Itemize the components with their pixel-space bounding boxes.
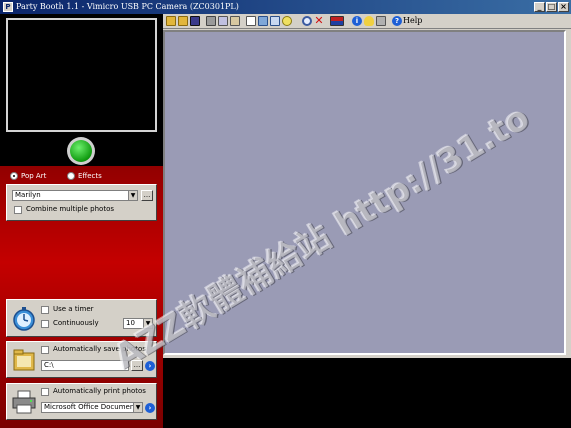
print-icon[interactable] (206, 16, 216, 26)
mode-effects[interactable]: Effects (67, 171, 102, 181)
folder-icon (13, 349, 35, 371)
clipboard-icon[interactable] (230, 16, 240, 26)
save-group: Automatically save photos C:\ ... › (6, 341, 157, 378)
popart-style-select[interactable]: Marilyn ▼ (12, 190, 138, 201)
popart-browse-button[interactable]: ... (141, 190, 153, 201)
flag-icon[interactable] (330, 16, 344, 26)
popart-options-group: Marilyn ▼ ... Combine multiple photos (6, 184, 157, 221)
use-timer-checkbox[interactable] (41, 306, 49, 314)
tools-icon[interactable] (376, 16, 386, 26)
camera-preview (6, 18, 157, 132)
save-go-button[interactable]: › (145, 361, 155, 371)
zoom-icon[interactable] (302, 16, 312, 26)
capture-button[interactable] (70, 140, 92, 162)
toolbar: ✕ i ? Help (163, 14, 571, 29)
printer-value: Microsoft Office Document Image (44, 403, 142, 411)
auto-save-label: Automatically save photos (53, 345, 146, 353)
stopwatch-icon (13, 307, 35, 331)
auto-print-label: Automatically print photos (53, 387, 146, 395)
maximize-button[interactable]: □ (546, 2, 557, 12)
help-icon[interactable]: ? (392, 16, 402, 26)
continuously-label: Continuously (53, 319, 99, 327)
bulb-icon[interactable] (364, 16, 374, 26)
info-icon[interactable]: i (352, 16, 362, 26)
printer-icon (12, 390, 36, 414)
new-page-icon[interactable] (246, 16, 256, 26)
popart-label: Pop Art (21, 172, 47, 180)
auto-print-checkbox[interactable] (41, 388, 49, 396)
copy-icon[interactable] (218, 16, 228, 26)
combine-photos-label: Combine multiple photos (26, 205, 114, 213)
effects-radio[interactable] (67, 172, 75, 180)
vertical-scrollbar[interactable] (566, 30, 571, 355)
print-go-button[interactable]: › (145, 403, 155, 413)
timer-seconds-select[interactable]: 10 ▼ (123, 318, 153, 329)
minimize-button[interactable]: _ (534, 2, 545, 12)
close-button[interactable]: × (558, 2, 569, 12)
timer-group: Use a timer Continuously 10 ▼ (6, 299, 157, 337)
folder-icon[interactable] (178, 16, 188, 26)
mode-popart[interactable]: Pop Art (10, 171, 46, 181)
timer-seconds-value: 10 (126, 319, 135, 327)
printer-select[interactable]: Microsoft Office Document Image ▼ (41, 402, 143, 413)
window-title: Party Booth 1.1 - Vimicro USB PC Camera … (16, 2, 239, 11)
popart-radio[interactable] (10, 172, 18, 180)
app-icon: P (3, 2, 13, 12)
adjust-icon[interactable] (282, 16, 292, 26)
delete-icon[interactable]: ✕ (314, 15, 324, 26)
title-bar: P Party Booth 1.1 - Vimicro USB PC Camer… (0, 0, 571, 14)
chevron-down-icon: ▼ (128, 191, 137, 200)
popart-style-value: Marilyn (15, 191, 41, 199)
combine-photos-checkbox[interactable] (14, 206, 22, 214)
continuously-checkbox[interactable] (41, 320, 49, 328)
save-path-value: C:\ (44, 361, 54, 369)
save-icon[interactable] (190, 16, 200, 26)
auto-save-checkbox[interactable] (41, 346, 49, 354)
photo-icon[interactable] (258, 16, 268, 26)
save-path-input[interactable]: C:\ (41, 360, 129, 371)
help-menu-label[interactable]: Help (403, 15, 422, 27)
chevron-down-icon: ▼ (133, 403, 142, 412)
thumbnail-strip[interactable] (163, 358, 571, 428)
use-timer-label: Use a timer (53, 305, 94, 313)
photo-canvas[interactable] (163, 30, 566, 355)
frame-icon[interactable] (270, 16, 280, 26)
chevron-down-icon: ▼ (143, 319, 152, 328)
open-folder-icon[interactable] (166, 16, 176, 26)
effects-label: Effects (78, 172, 102, 180)
save-browse-button[interactable]: ... (131, 360, 143, 371)
print-group: Automatically print photos Microsoft Off… (6, 383, 157, 420)
